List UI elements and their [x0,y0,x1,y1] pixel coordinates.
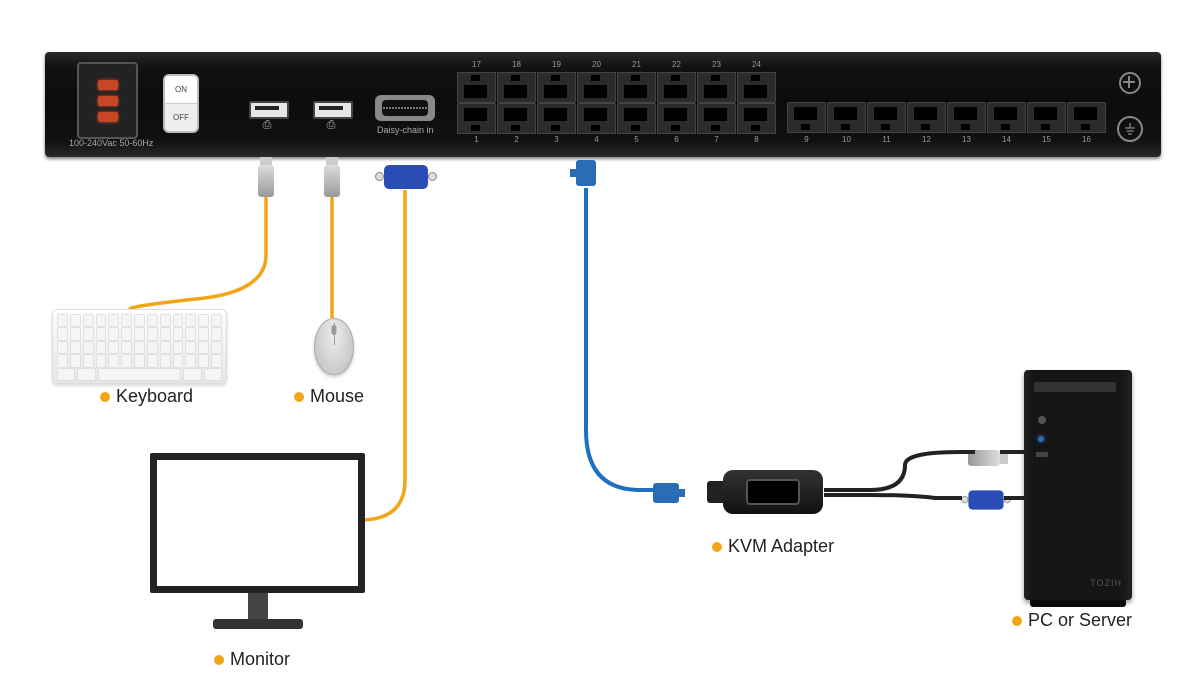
label-pc: PC or Server [1012,610,1132,631]
ground-screw-area [1113,72,1147,142]
rj45-port[interactable] [657,72,696,103]
label-keyboard: Keyboard [100,386,193,407]
rj45-port[interactable] [947,102,986,133]
rj45-port[interactable] [577,72,616,103]
rj45-connector [576,160,596,186]
usb-connector [968,450,1000,466]
port-bank-a [457,72,776,134]
rj45-port[interactable] [497,72,536,103]
bullet-icon [294,392,304,402]
rj45-port[interactable] [827,102,866,133]
kvm-adapter-device [723,470,823,514]
label-mouse: Mouse [294,386,364,407]
daisy-chain-label: Daisy-chain in [377,125,434,135]
rj45-port[interactable] [457,72,496,103]
daisy-chain-port[interactable] [375,95,435,121]
rj45-port[interactable] [497,103,536,134]
pc-tower-device: TOZIH [1024,370,1132,600]
port-labels-bottom-b: 910111213141516 [787,135,1106,144]
vga-connector [384,165,428,189]
usb-port-1[interactable] [249,101,289,119]
keyboard-device [52,309,227,384]
rj45-port[interactable] [987,102,1026,133]
rj45-port[interactable] [537,72,576,103]
rj45-port[interactable] [697,103,736,134]
label-monitor: Monitor [214,649,290,670]
bullet-icon [712,542,722,552]
rj45-port[interactable] [867,102,906,133]
psu-rating-label: 100-240Vac 50-60Hz [69,138,153,148]
rj45-connector [653,483,679,503]
rj45-port[interactable] [1067,102,1106,133]
rj45-port[interactable] [657,103,696,134]
rj45-port[interactable] [617,72,656,103]
screw-icon [1119,72,1141,94]
port-bank-b [787,102,1106,133]
rj45-port[interactable] [907,102,946,133]
usb-icon: ⎙ [249,119,285,132]
usb-connector [324,165,340,197]
bullet-icon [1012,616,1022,626]
rj45-port[interactable] [737,103,776,134]
usb-icon: ⎙ [313,119,349,132]
rj45-port[interactable] [457,103,496,134]
usb-connector [258,165,274,197]
monitor-device [150,453,365,648]
power-socket [77,62,138,139]
vga-connector [968,490,1003,509]
rj45-port[interactable] [577,103,616,134]
rj45-port[interactable] [617,103,656,134]
bullet-icon [214,655,224,665]
rj45-port[interactable] [697,72,736,103]
bullet-icon [100,392,110,402]
rj45-port[interactable] [737,72,776,103]
rj45-port[interactable] [537,103,576,134]
usb-port-2[interactable] [313,101,353,119]
rj45-port[interactable] [787,102,826,133]
port-labels-bottom-a: 12345678 [457,135,776,144]
ground-icon [1117,116,1143,142]
label-kvm-adapter: KVM Adapter [712,536,834,557]
mouse-device [314,318,354,375]
kvm-switch-rear: 100-240Vac 50-60Hz ON OFF ⎙ ⎙ Daisy-chai… [45,52,1161,157]
rj45-port[interactable] [1027,102,1066,133]
port-labels-top: 17 18 19 20 21 22 23 24 [457,60,776,69]
power-toggle[interactable]: ON OFF [163,74,199,133]
